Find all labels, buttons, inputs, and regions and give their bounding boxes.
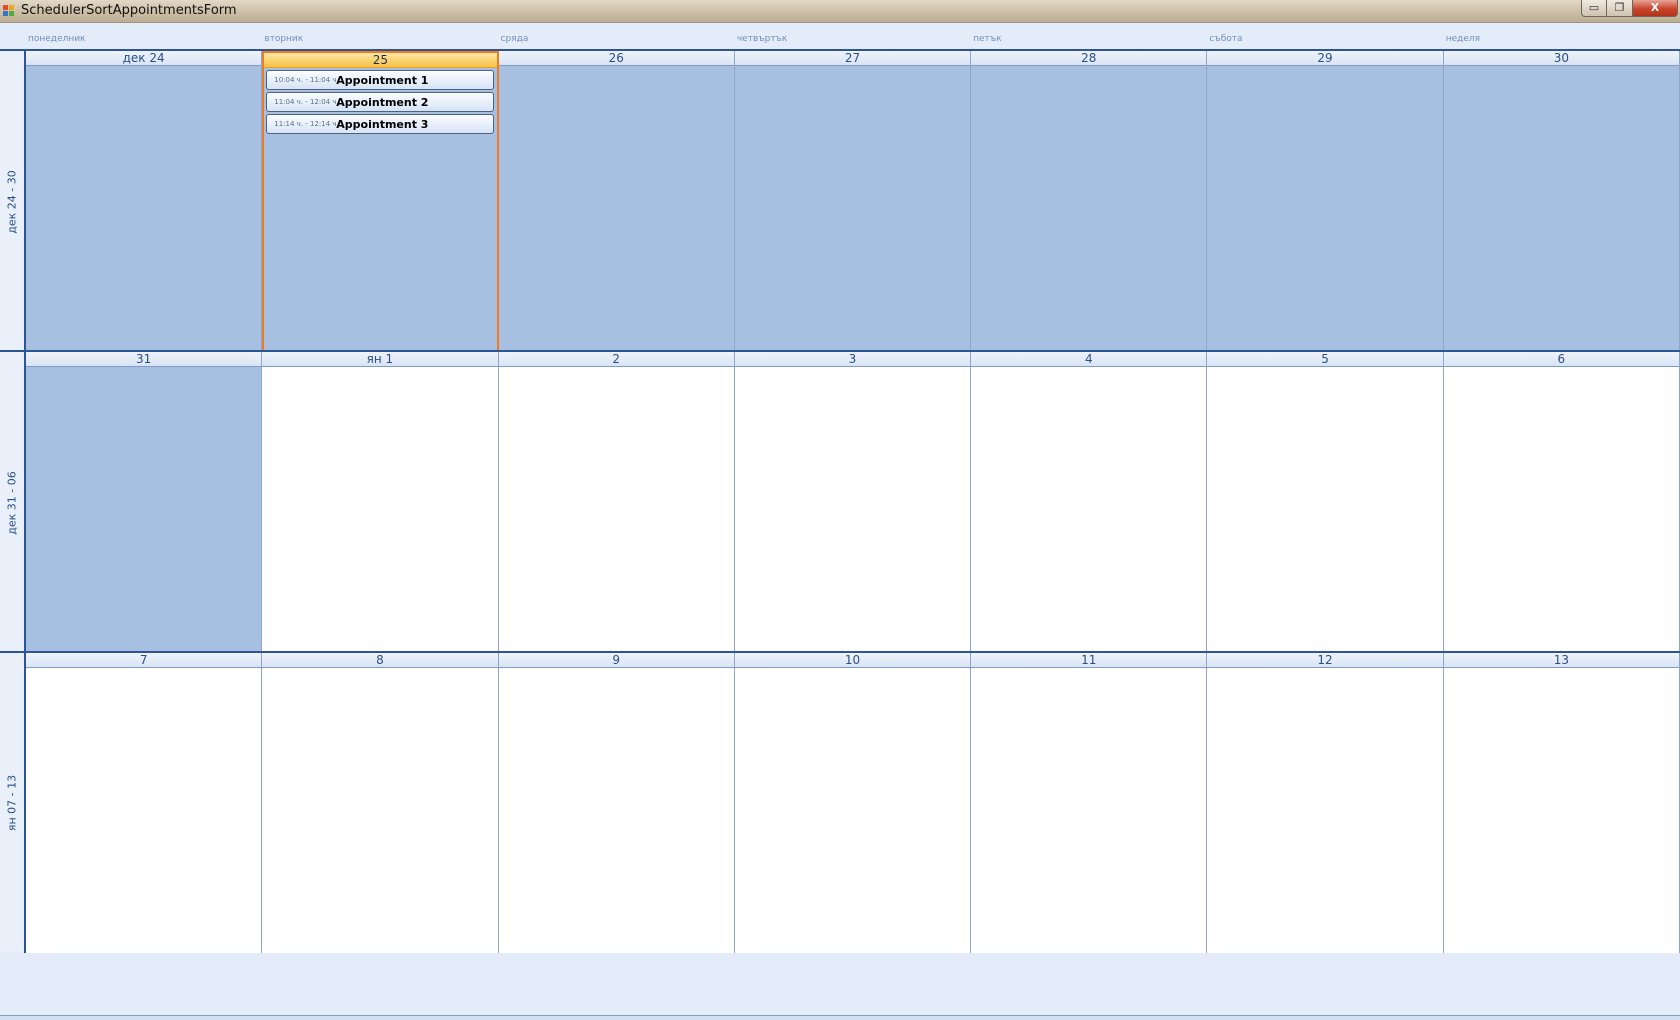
day-cell-header[interactable]: дек 24 bbox=[26, 51, 262, 66]
close-icon: X bbox=[1650, 1, 1660, 14]
day-name-2: сряда bbox=[500, 34, 529, 44]
appointment-time: 11:14 ч. - 12:14 ч. bbox=[274, 120, 339, 128]
day-cell-selected[interactable]: 25 10:04 ч. - 11:04 ч. Appointment 1 11:04 … bbox=[262, 51, 499, 352]
close-button[interactable]: X bbox=[1633, 0, 1678, 17]
month-grid: дек 24 - 30 дек 24 25 10:04 ч. - 11:04 ч. Ap… bbox=[0, 49, 1680, 1020]
day-cell[interactable]: 3 bbox=[734, 352, 972, 653]
day-cell-header[interactable]: 3 bbox=[734, 352, 971, 367]
day-cell-header[interactable]: 26 bbox=[498, 51, 734, 66]
day-cell-header[interactable]: 11 bbox=[971, 653, 1207, 668]
day-cell[interactable]: 28 bbox=[971, 51, 1208, 352]
day-cell[interactable]: 8 bbox=[262, 653, 499, 953]
scheduler-month-view[interactable]: понеделник вторник сряда четвъртък петък събо… bbox=[0, 23, 1680, 1020]
appointment-subject: Appointment 3 bbox=[336, 117, 429, 131]
maximize-button[interactable]: ❐ bbox=[1607, 0, 1633, 17]
appointment[interactable]: 11:04 ч. - 12:04 ч. Appointment 2 bbox=[266, 92, 494, 112]
day-cell[interactable]: 10 bbox=[734, 653, 972, 953]
day-cell[interactable]: 6 bbox=[1443, 352, 1680, 653]
day-cell[interactable]: 30 bbox=[1443, 51, 1680, 352]
day-cell-header[interactable]: 5 bbox=[1207, 352, 1443, 367]
week-row: дек 31 - 06 31 ян 123456 bbox=[0, 350, 1680, 653]
day-cell-header[interactable]: 12 bbox=[1207, 653, 1443, 668]
week-label[interactable]: дек 24 - 30 bbox=[0, 51, 26, 352]
day-cell[interactable]: 13 bbox=[1443, 653, 1680, 953]
day-cell[interactable]: дек 24 bbox=[26, 51, 263, 352]
week-row: дек 24 - 30 дек 24 25 10:04 ч. - 11:04 ч. Ap… bbox=[0, 49, 1680, 352]
title-bar[interactable]: SchedulerSortAppointmentsForm ▭ ❐ X bbox=[0, 0, 1680, 23]
appointment-subject: Appointment 2 bbox=[336, 95, 429, 109]
scheduler-bottom-edge bbox=[0, 1015, 1680, 1020]
day-cell-header[interactable]: 25 bbox=[264, 53, 497, 68]
day-name-4: петък bbox=[973, 34, 1002, 44]
appointment-subject: Appointment 1 bbox=[336, 73, 429, 87]
week-label-text: дек 24 - 30 bbox=[5, 169, 19, 234]
day-cell[interactable]: 2 bbox=[498, 352, 735, 653]
day-cell-header[interactable]: 4 bbox=[971, 352, 1207, 367]
day-cell[interactable]: 9 bbox=[498, 653, 735, 953]
day-cell[interactable]: 29 bbox=[1207, 51, 1444, 352]
day-cell[interactable]: 12 bbox=[1207, 653, 1444, 953]
day-cell[interactable]: 11 bbox=[971, 653, 1208, 953]
day-name-3: четвъртък bbox=[736, 34, 788, 44]
day-cell-header[interactable]: 8 bbox=[262, 653, 498, 668]
day-cell-header[interactable]: 9 bbox=[498, 653, 734, 668]
day-cell-header[interactable]: 7 bbox=[26, 653, 262, 668]
day-name-0: понеделник bbox=[28, 34, 86, 44]
week-row: ян 07 - 13 7 8 9 10 11 12 13 bbox=[0, 651, 1680, 953]
week-label[interactable]: ян 07 - 13 bbox=[0, 653, 26, 953]
appointment[interactable]: 11:14 ч. - 12:14 ч. Appointment 3 bbox=[266, 114, 494, 134]
day-cell-header[interactable]: ян 1 bbox=[262, 352, 498, 367]
window-controls: ▭ ❐ X bbox=[1581, 0, 1678, 18]
day-cell-header[interactable]: 27 bbox=[734, 51, 971, 66]
minimize-icon: ▭ bbox=[1588, 1, 1600, 14]
day-cell[interactable]: ян 1 bbox=[262, 352, 499, 653]
day-name-5: събота bbox=[1209, 34, 1243, 44]
day-cell-header[interactable]: 31 bbox=[26, 352, 262, 367]
day-cell[interactable]: 27 bbox=[734, 51, 972, 352]
week-label-text: ян 07 - 13 bbox=[5, 774, 19, 832]
week-label-text: дек 31 - 06 bbox=[5, 470, 19, 535]
day-cell[interactable]: 26 bbox=[498, 51, 735, 352]
day-cell[interactable]: 5 bbox=[1207, 352, 1444, 653]
window-title: SchedulerSortAppointmentsForm bbox=[21, 3, 237, 18]
day-cell-header[interactable]: 6 bbox=[1443, 352, 1679, 367]
day-of-week-header: понеделник вторник сряда четвъртък петък събо… bbox=[26, 23, 1680, 49]
restore-icon: ❐ bbox=[1614, 1, 1625, 14]
day-cell-header[interactable]: 2 bbox=[498, 352, 734, 367]
day-name-6: неделя bbox=[1445, 34, 1481, 44]
day-name-1: вторник bbox=[264, 34, 304, 44]
day-cell[interactable]: 4 bbox=[971, 352, 1208, 653]
day-cell-header[interactable]: 10 bbox=[734, 653, 971, 668]
day-cell[interactable]: 7 bbox=[26, 653, 263, 953]
day-cell-header[interactable]: 28 bbox=[971, 51, 1207, 66]
app-icon bbox=[3, 5, 15, 17]
appointment-time: 11:04 ч. - 12:04 ч. bbox=[274, 98, 339, 106]
day-cell-header[interactable]: 30 bbox=[1443, 51, 1679, 66]
day-cell[interactable]: 31 bbox=[26, 352, 263, 653]
minimize-button[interactable]: ▭ bbox=[1581, 0, 1607, 17]
appointment[interactable]: 10:04 ч. - 11:04 ч. Appointment 1 bbox=[266, 70, 494, 90]
week-label[interactable]: дек 31 - 06 bbox=[0, 352, 26, 653]
day-cell-header[interactable]: 13 bbox=[1443, 653, 1679, 668]
appointment-time: 10:04 ч. - 11:04 ч. bbox=[274, 76, 339, 84]
day-cell-header[interactable]: 29 bbox=[1207, 51, 1443, 66]
